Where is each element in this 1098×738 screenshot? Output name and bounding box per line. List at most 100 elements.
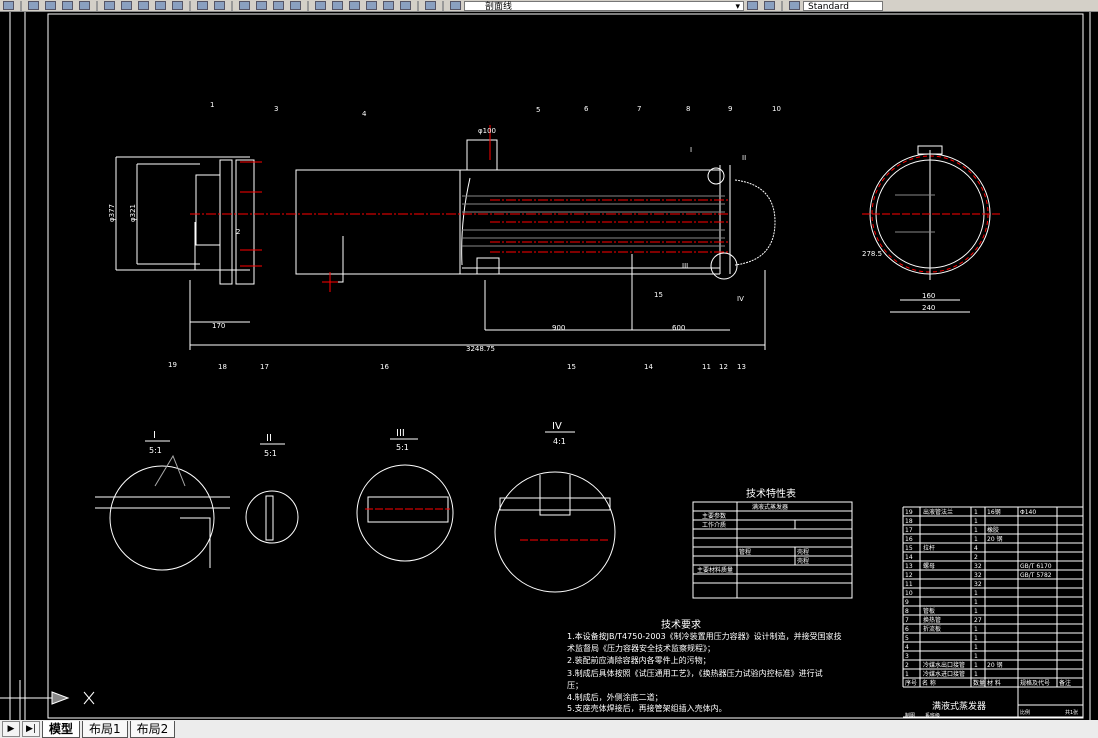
parts-cell: 1: [974, 644, 978, 651]
parts-cell: 4: [974, 545, 978, 552]
block-editor-icon[interactable]: [172, 1, 183, 10]
dimension-text: φ100: [478, 127, 496, 135]
parts-cell: 9: [905, 599, 909, 606]
detail-title: II: [266, 433, 272, 444]
parts-cell: 16: [905, 536, 913, 543]
copy-icon[interactable]: [121, 1, 132, 10]
detail-scale: 4:1: [553, 437, 566, 446]
print-icon[interactable]: [28, 1, 39, 10]
detail-mark: IV: [737, 295, 744, 303]
make-current-layer-icon[interactable]: [747, 1, 758, 10]
spec-cell: 壳程: [797, 548, 809, 556]
layer-manager-icon[interactable]: [450, 1, 461, 10]
undo-icon[interactable]: [197, 1, 208, 10]
properties-icon[interactable]: [315, 1, 326, 10]
zoom-realtime-icon[interactable]: [256, 1, 267, 10]
layer-dropdown[interactable]: 剖面线 ▾: [464, 0, 744, 11]
parts-list: 19 出液管法兰 1 16钢 Φ14018 117 1 橡胶16 1 20 钢15 拉杆 414 213…: [902, 506, 1084, 719]
spec-cell: 主要材料质量: [697, 566, 733, 574]
requirement-line: 2.装配前应清除容器内各零件上的污物；: [567, 655, 711, 665]
parts-cell: 制图: [905, 712, 915, 719]
requirement-line: 压；: [567, 681, 583, 690]
parts-cell: 8: [905, 608, 909, 615]
layer-previous-icon[interactable]: [764, 1, 775, 10]
parts-cell: 管板: [923, 607, 935, 615]
parts-cell: 1: [974, 536, 978, 543]
publish-icon[interactable]: [62, 1, 73, 10]
paste-icon[interactable]: [138, 1, 149, 10]
preview-icon[interactable]: [45, 1, 56, 10]
part-label: 17: [260, 363, 269, 371]
detail-mark: II: [742, 154, 746, 162]
tab-next-button[interactable]: ▶: [2, 721, 20, 737]
parts-cell: Φ140: [1020, 509, 1036, 516]
parts-cell: 换热管: [923, 616, 941, 624]
requirement-line: 术监督局《压力容器安全技术监察规程》；: [567, 643, 715, 653]
dimension-text: 3248.75: [466, 345, 495, 353]
requirements-title: 技术要求: [661, 618, 701, 631]
parts-cell: 10: [905, 590, 913, 597]
parts-cell: 1: [974, 608, 978, 615]
redo-icon[interactable]: [214, 1, 225, 10]
spec-cell: 管程: [739, 548, 751, 556]
zoom-previous-icon[interactable]: [290, 1, 301, 10]
ucs-icon: [0, 680, 95, 720]
parts-cell: 11: [905, 581, 913, 588]
detail-title: I: [153, 430, 156, 441]
dimension-text: 170: [212, 322, 225, 330]
spec-cell: 壳程: [797, 557, 809, 565]
detail-mark: III: [682, 262, 688, 270]
tab-model[interactable]: 模型: [42, 720, 81, 738]
match-properties-icon[interactable]: [155, 1, 166, 10]
zoom-window-icon[interactable]: [273, 1, 284, 10]
pan-icon[interactable]: [239, 1, 250, 10]
main-view: [115, 125, 776, 350]
parts-cell: 1: [974, 599, 978, 606]
parts-cell: 6: [905, 626, 909, 633]
parts-cell: 15: [905, 545, 913, 552]
parts-cell: 16钢: [987, 508, 1001, 516]
plot-icon[interactable]: [79, 1, 90, 10]
parts-cell: 1: [974, 590, 978, 597]
spec-cell: 主要参数: [702, 512, 726, 520]
parts-cell: 12: [905, 572, 913, 579]
parts-cell: 1: [974, 635, 978, 642]
help-icon[interactable]: [425, 1, 436, 10]
text-style-dropdown[interactable]: Standard: [803, 0, 883, 11]
part-label: 9: [728, 105, 732, 113]
tab-layout1[interactable]: 布局1: [82, 720, 128, 738]
tab-layout2[interactable]: 布局2: [129, 720, 176, 738]
part-label: 4: [362, 110, 367, 118]
parts-cell: 20 钢: [987, 661, 1003, 669]
detail-title: III: [396, 428, 405, 439]
text-style-icon[interactable]: [789, 1, 800, 10]
dimension-text: 15: [654, 291, 663, 299]
requirement-line: 5.支座壳体焊接后，再接管架组插入壳体内。: [567, 703, 727, 713]
tab-last-button[interactable]: ▶|: [22, 721, 40, 737]
parts-cell: 螺母: [923, 562, 935, 570]
sheet-set-icon[interactable]: [366, 1, 377, 10]
parts-cell: 1: [974, 671, 978, 678]
parts-cell: 5: [905, 635, 909, 642]
cut-icon[interactable]: [104, 1, 115, 10]
parts-cell: 17: [905, 527, 913, 534]
markup-icon[interactable]: [383, 1, 394, 10]
detail-title: IV: [552, 421, 562, 432]
drawing-canvas[interactable]: 1 2 3 4 5 6 7 8 9 10 11 12 13 14 15 16 1…: [0, 12, 1098, 720]
requirement-line: 1.本设备按JB/T4750-2003《制冷装置用压力容器》设计制造，并接受国家…: [567, 631, 842, 641]
parts-cell: 名 称: [922, 679, 936, 687]
part-label: 12: [719, 363, 728, 371]
parts-cell: 备注: [1059, 679, 1071, 687]
part-label: 2: [236, 228, 240, 236]
save-icon[interactable]: [3, 1, 14, 10]
parts-cell: 1: [974, 653, 978, 660]
design-center-icon[interactable]: [332, 1, 343, 10]
parts-cell: 2: [974, 554, 978, 561]
parts-cell: 拉杆: [923, 544, 935, 552]
parts-cell: 规格及代号: [1020, 679, 1050, 687]
spec-table-title: 技术特性表: [746, 487, 796, 500]
parts-cell: 19: [905, 509, 913, 516]
parts-cell: 满液式蒸发器: [932, 700, 986, 712]
tool-palettes-icon[interactable]: [349, 1, 360, 10]
calculator-icon[interactable]: [400, 1, 411, 10]
